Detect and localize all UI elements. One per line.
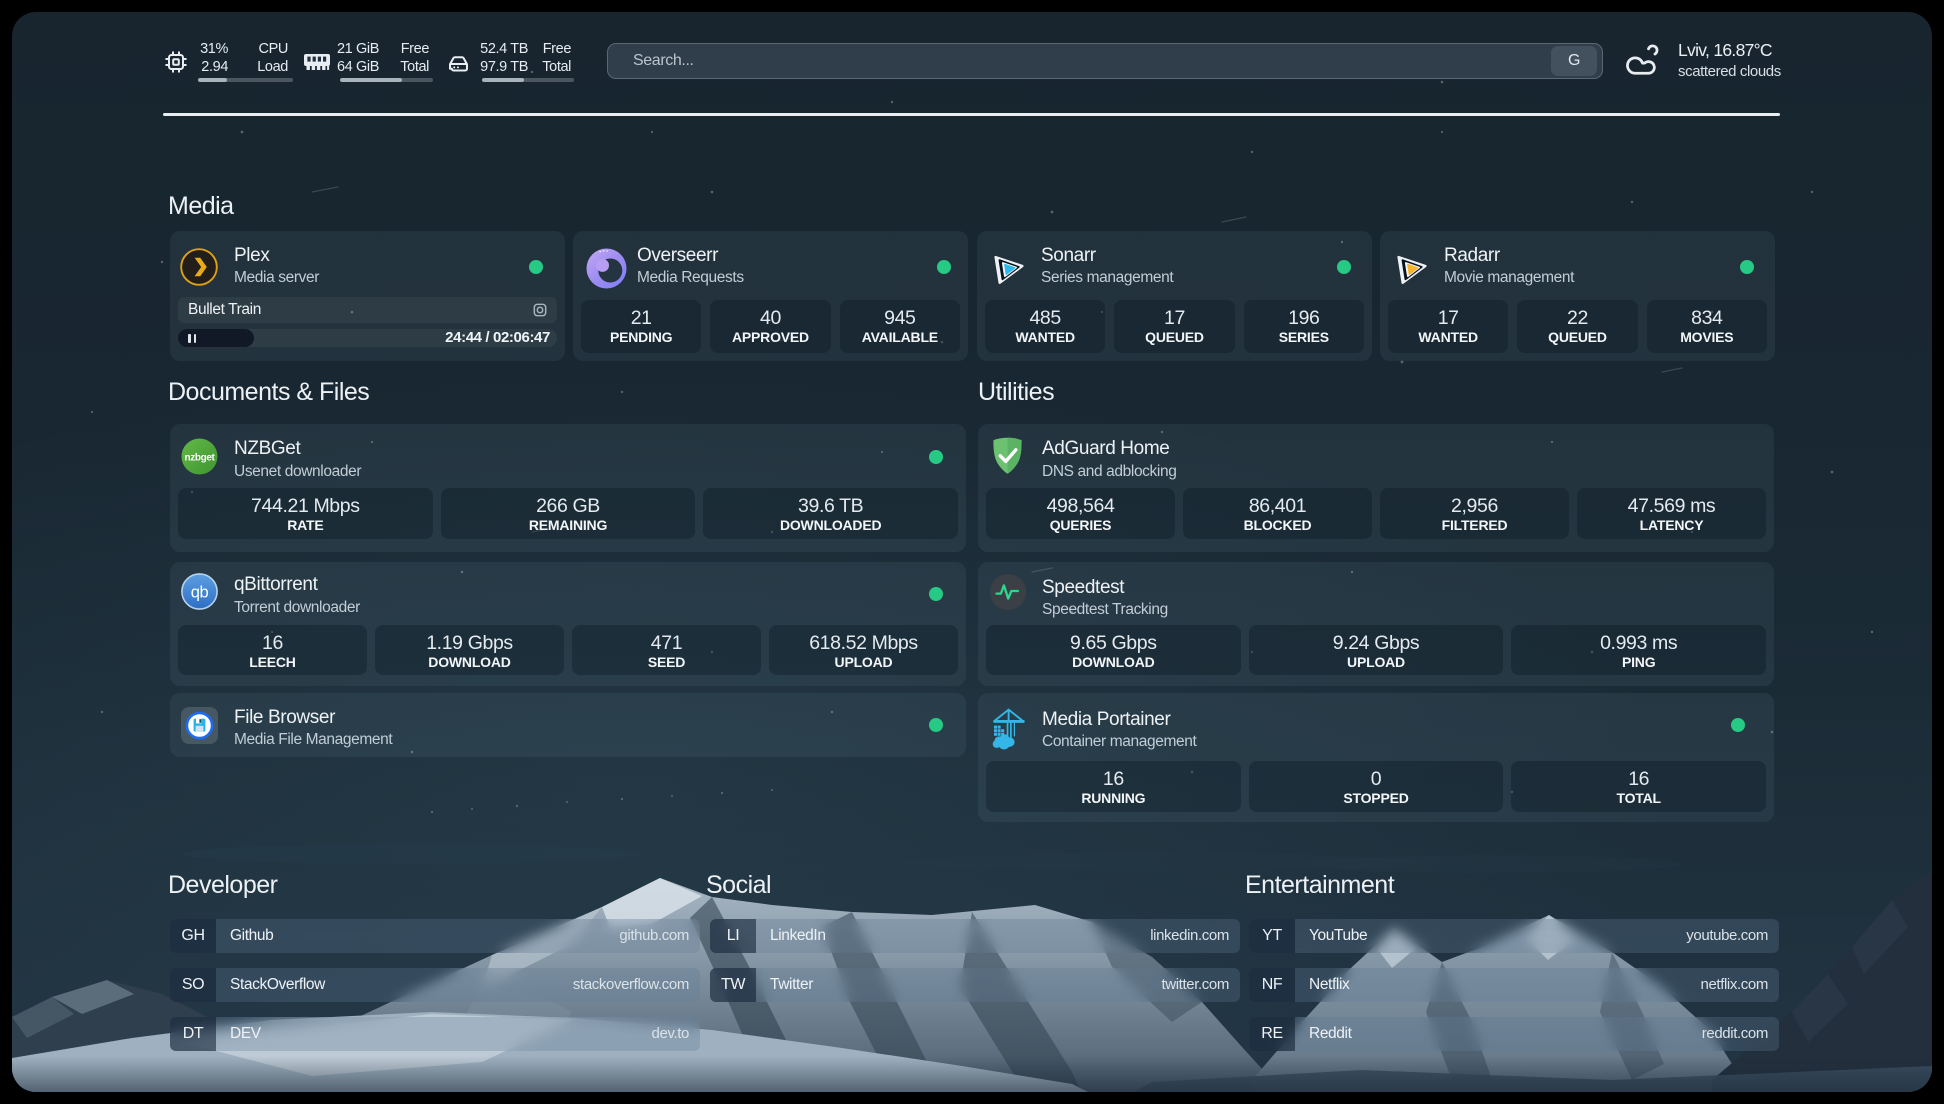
svg-text:qb: qb [191, 584, 209, 602]
svg-text:nzbget: nzbget [185, 453, 216, 464]
